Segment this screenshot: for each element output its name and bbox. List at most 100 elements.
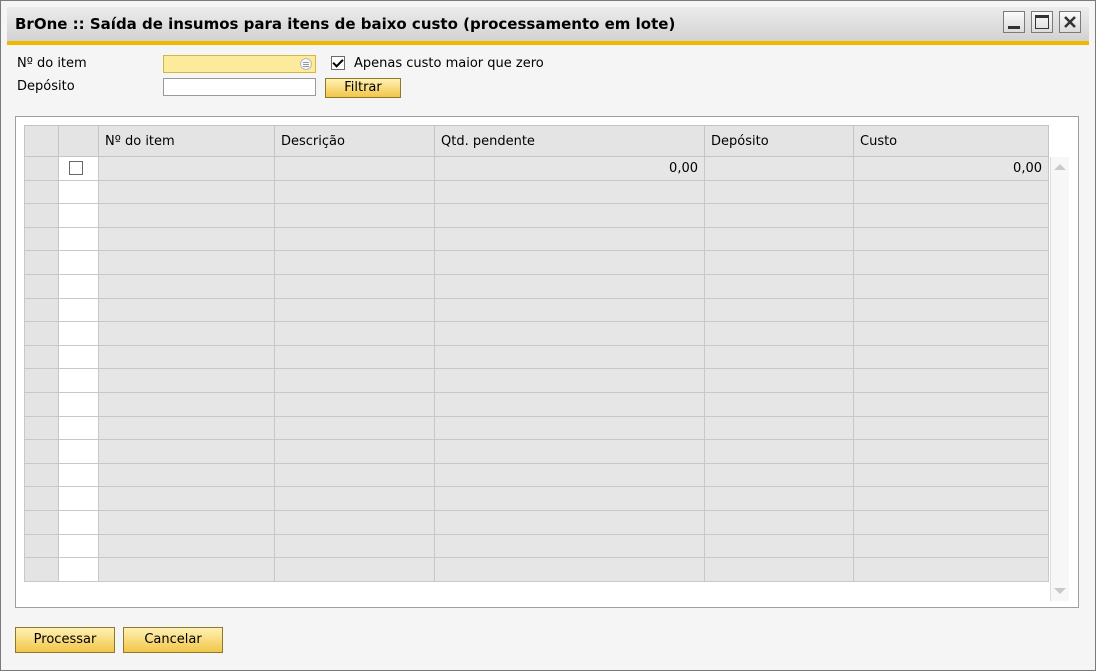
row-header[interactable] — [24, 250, 59, 275]
checkbox-column-header[interactable] — [58, 125, 99, 157]
empty-cell[interactable] — [98, 344, 275, 370]
empty-row[interactable] — [24, 297, 1049, 323]
cell-description[interactable] — [274, 156, 435, 181]
column-header-qty-pending[interactable]: Qtd. pendente — [434, 125, 705, 157]
empty-cell[interactable] — [434, 321, 705, 346]
scroll-down-icon[interactable] — [1054, 588, 1066, 594]
empty-cell[interactable] — [274, 226, 435, 252]
empty-cell[interactable] — [853, 462, 1049, 488]
empty-cell[interactable] — [98, 250, 275, 275]
empty-cell[interactable] — [704, 509, 854, 535]
empty-cell[interactable] — [274, 439, 435, 464]
empty-cell[interactable] — [274, 415, 435, 441]
cell-deposit[interactable] — [704, 156, 854, 181]
empty-cell[interactable] — [434, 179, 705, 205]
title-bar[interactable]: BrOne :: Saída de insumos para itens de … — [7, 7, 1089, 45]
empty-cell[interactable] — [704, 250, 854, 275]
empty-row[interactable] — [24, 203, 1049, 228]
minimize-button[interactable] — [1003, 11, 1025, 33]
cell-cost[interactable]: 0,00 — [853, 156, 1049, 181]
empty-cell[interactable] — [853, 368, 1049, 393]
empty-cell[interactable] — [274, 391, 435, 417]
empty-cell[interactable] — [853, 439, 1049, 464]
empty-cell[interactable] — [98, 273, 275, 299]
empty-cell[interactable] — [274, 273, 435, 299]
column-header-item[interactable]: Nº do item — [98, 125, 275, 157]
empty-cell[interactable] — [853, 297, 1049, 323]
row-select-cell[interactable] — [58, 439, 99, 464]
row-select-cell[interactable] — [58, 533, 99, 559]
row-header[interactable] — [24, 557, 59, 582]
empty-cell[interactable] — [434, 203, 705, 228]
empty-cell[interactable] — [853, 250, 1049, 275]
process-button[interactable]: Processar — [15, 627, 115, 653]
empty-row[interactable] — [24, 344, 1049, 370]
empty-cell[interactable] — [98, 462, 275, 488]
empty-cell[interactable] — [274, 509, 435, 535]
empty-cell[interactable] — [98, 486, 275, 511]
empty-cell[interactable] — [704, 179, 854, 205]
empty-cell[interactable] — [434, 557, 705, 582]
empty-row[interactable] — [24, 462, 1049, 488]
empty-cell[interactable] — [853, 486, 1049, 511]
empty-cell[interactable] — [853, 533, 1049, 559]
empty-row[interactable] — [24, 533, 1049, 559]
empty-cell[interactable] — [704, 226, 854, 252]
empty-cell[interactable] — [853, 273, 1049, 299]
empty-cell[interactable] — [274, 486, 435, 511]
row-select-cell[interactable] — [58, 557, 99, 582]
cell-qty-pending[interactable]: 0,00 — [434, 156, 705, 181]
empty-cell[interactable] — [434, 250, 705, 275]
row-select-cell[interactable] — [58, 344, 99, 370]
empty-cell[interactable] — [98, 557, 275, 582]
maximize-button[interactable] — [1031, 11, 1053, 33]
empty-cell[interactable] — [853, 321, 1049, 346]
empty-cell[interactable] — [434, 439, 705, 464]
row-select-cell[interactable] — [58, 250, 99, 275]
empty-cell[interactable] — [853, 344, 1049, 370]
row-header[interactable] — [24, 226, 59, 252]
row-header[interactable] — [24, 273, 59, 299]
row-select-cell[interactable] — [58, 415, 99, 441]
empty-cell[interactable] — [434, 344, 705, 370]
empty-cell[interactable] — [98, 533, 275, 559]
empty-cell[interactable] — [704, 462, 854, 488]
empty-cell[interactable] — [853, 226, 1049, 252]
empty-cell[interactable] — [98, 226, 275, 252]
empty-cell[interactable] — [853, 557, 1049, 582]
row-select-cell[interactable] — [58, 321, 99, 346]
empty-row[interactable] — [24, 557, 1049, 582]
filter-button[interactable]: Filtrar — [325, 78, 401, 98]
empty-cell[interactable] — [274, 250, 435, 275]
empty-cell[interactable] — [434, 273, 705, 299]
table-row[interactable]: 0,00 0,00 — [24, 156, 1049, 181]
row-header[interactable] — [24, 321, 59, 346]
deposit-input[interactable] — [163, 78, 316, 96]
cell-item[interactable] — [98, 156, 275, 181]
empty-row[interactable] — [24, 250, 1049, 275]
empty-row[interactable] — [24, 415, 1049, 441]
empty-cell[interactable] — [274, 368, 435, 393]
row-header[interactable] — [24, 156, 59, 181]
row-header[interactable] — [24, 486, 59, 511]
empty-cell[interactable] — [434, 368, 705, 393]
close-button[interactable] — [1059, 11, 1081, 33]
empty-cell[interactable] — [704, 533, 854, 559]
items-grid[interactable]: Nº do item Descrição Qtd. pendente Depós… — [24, 125, 1049, 601]
row-header[interactable] — [24, 368, 59, 393]
empty-cell[interactable] — [853, 391, 1049, 417]
empty-cell[interactable] — [274, 297, 435, 323]
row-header[interactable] — [24, 297, 59, 323]
empty-row[interactable] — [24, 179, 1049, 205]
empty-cell[interactable] — [704, 368, 854, 393]
row-header[interactable] — [24, 203, 59, 228]
empty-cell[interactable] — [704, 273, 854, 299]
empty-cell[interactable] — [98, 368, 275, 393]
scroll-up-icon[interactable] — [1054, 164, 1066, 170]
empty-cell[interactable] — [853, 203, 1049, 228]
empty-cell[interactable] — [274, 203, 435, 228]
row-select-cell[interactable] — [58, 462, 99, 488]
empty-cell[interactable] — [274, 557, 435, 582]
empty-cell[interactable] — [853, 179, 1049, 205]
row-select-cell[interactable] — [58, 509, 99, 535]
